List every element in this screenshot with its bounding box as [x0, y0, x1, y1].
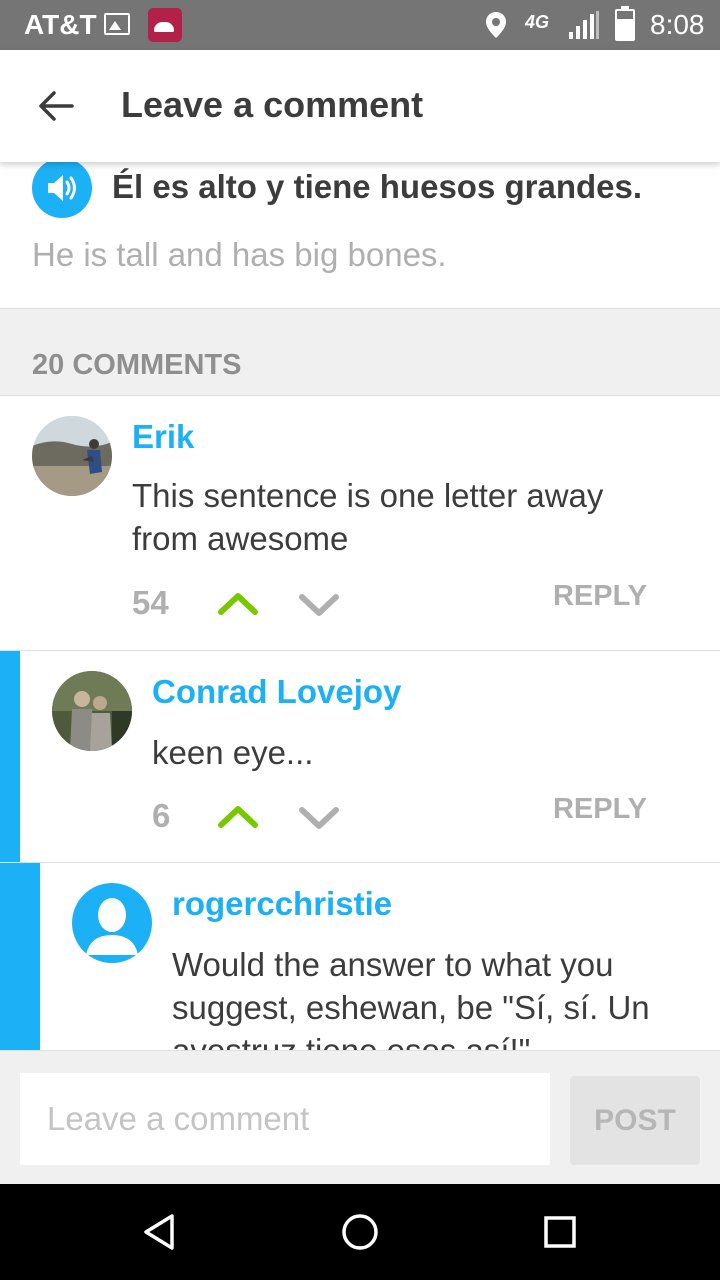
comments-header: 20 COMMENTS	[0, 308, 720, 396]
page-title: Leave a comment	[121, 84, 424, 125]
comment-item: rogercchristie Would the answer to what …	[0, 863, 720, 1050]
gallery-icon	[104, 13, 130, 35]
recents-square-icon[interactable]	[538, 1210, 582, 1254]
signal-icon	[569, 11, 599, 39]
avatar-photo	[32, 416, 112, 496]
comment-score: 54	[132, 584, 169, 621]
clock: 8:08	[650, 9, 705, 40]
carrier-name: AT&T	[24, 9, 97, 40]
location-icon	[486, 12, 506, 38]
sentence-spanish: Él es alto y tiene huesos grandes.	[112, 168, 643, 205]
comment-score: 6	[152, 797, 171, 834]
avatar-photo	[52, 671, 132, 751]
comment-input-bar: POST	[0, 1050, 720, 1184]
comment-text: This sentence is one letter away from aw…	[132, 477, 604, 557]
default-avatar-icon	[86, 898, 138, 955]
speaker-button[interactable]	[32, 158, 92, 218]
arrow-left-icon[interactable]	[34, 84, 78, 128]
status-bar: AT&T 4G 8:08	[0, 0, 720, 50]
reply-button[interactable]: REPLY	[553, 580, 647, 613]
avatar[interactable]	[72, 883, 152, 963]
comment-author[interactable]: rogercchristie	[172, 885, 392, 923]
network-type: 4G	[525, 12, 550, 32]
comment-item: Erik This sentence is one letter away fr…	[0, 396, 720, 651]
comment-text: keen eye...	[152, 734, 314, 771]
downvote-icon[interactable]	[297, 803, 341, 833]
avatar[interactable]	[32, 416, 112, 496]
upvote-icon[interactable]	[216, 588, 260, 618]
back-triangle-icon[interactable]	[138, 1210, 182, 1254]
navigation-bar	[0, 1184, 720, 1280]
avatar[interactable]	[52, 671, 132, 751]
comment-item: Conrad Lovejoy keen eye... 6 REPLY	[0, 651, 720, 863]
upvote-icon[interactable]	[216, 801, 260, 831]
comments-count: 20 COMMENTS	[32, 349, 242, 381]
speaker-icon	[48, 175, 76, 201]
sentence-english: He is tall and has big bones.	[32, 236, 447, 273]
battery-icon	[615, 6, 635, 41]
reply-button[interactable]: REPLY	[553, 793, 647, 826]
comment-input[interactable]	[20, 1073, 550, 1165]
sentence-card: Él es alto y tiene huesos grandes. He is…	[0, 158, 720, 308]
comment-author[interactable]: Conrad Lovejoy	[152, 673, 401, 711]
thread-indicator	[0, 651, 20, 862]
downvote-icon[interactable]	[297, 590, 341, 620]
thread-indicator	[0, 863, 40, 1050]
post-button[interactable]: POST	[570, 1076, 700, 1165]
comment-text: Would the answer to what you suggest, es…	[172, 946, 650, 1050]
comment-author[interactable]: Erik	[132, 418, 194, 456]
home-circle-icon[interactable]	[338, 1210, 382, 1254]
app-bar: Leave a comment	[0, 50, 720, 162]
app-notification-icon	[148, 8, 182, 42]
